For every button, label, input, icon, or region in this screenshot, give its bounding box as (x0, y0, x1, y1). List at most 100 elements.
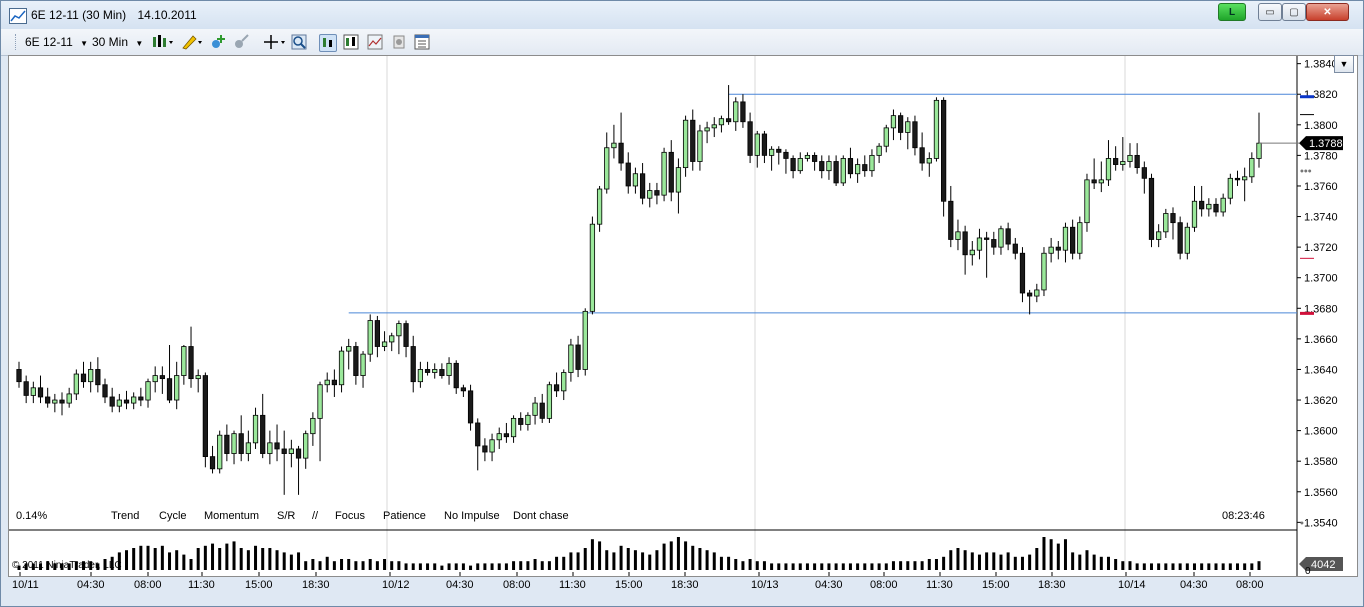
candle-body[interactable] (596, 188, 603, 225)
candle-body[interactable] (381, 341, 388, 347)
candle-body[interactable] (611, 142, 617, 149)
candle-body[interactable] (1256, 142, 1262, 159)
candle-body[interactable] (948, 200, 954, 240)
candle-body[interactable] (482, 445, 488, 453)
candle-body[interactable] (747, 121, 753, 156)
candle-body[interactable] (123, 399, 130, 404)
candle-body[interactable] (231, 433, 237, 454)
candle-body[interactable] (553, 384, 560, 392)
candle-body[interactable] (854, 164, 861, 175)
candle-body[interactable] (1070, 226, 1076, 254)
candle-body[interactable] (668, 151, 674, 193)
candle-body[interactable] (1234, 177, 1241, 181)
candle-body[interactable] (88, 369, 94, 383)
candle-body[interactable] (453, 362, 459, 389)
candle-body[interactable] (905, 121, 911, 133)
candle-body[interactable] (604, 147, 610, 190)
candle-body[interactable] (252, 414, 259, 444)
candle-body[interactable] (1213, 203, 1219, 213)
candle-body[interactable] (281, 448, 287, 454)
candle-body[interactable] (16, 369, 22, 383)
candle-body[interactable] (1012, 243, 1018, 254)
maximize-button[interactable]: ▢ (1282, 3, 1306, 21)
candle-body[interactable] (1027, 292, 1033, 297)
candle-body[interactable] (998, 228, 1004, 248)
candle-body[interactable] (761, 133, 768, 156)
toolbar-grip[interactable] (15, 34, 18, 50)
candle-body[interactable] (1034, 289, 1040, 297)
candle-body[interactable] (790, 158, 796, 172)
candle-body[interactable] (876, 145, 882, 156)
candle-body[interactable] (353, 346, 359, 376)
candle-body[interactable] (733, 101, 739, 123)
candle-body[interactable] (209, 456, 216, 470)
candle-body[interactable] (625, 162, 631, 187)
price-chart[interactable]: 1.38401.38201.38001.37801.37601.37401.37… (9, 56, 1357, 577)
candle-body[interactable] (539, 402, 545, 419)
candle-body[interactable] (955, 231, 961, 240)
candle-body[interactable] (639, 173, 646, 199)
candle-body[interactable] (80, 373, 87, 383)
candle-body[interactable] (338, 350, 345, 386)
candle-body[interactable] (410, 346, 416, 383)
link-button[interactable]: L (1218, 3, 1246, 21)
candle-body[interactable] (582, 310, 588, 370)
data-box-icon[interactable] (343, 34, 359, 50)
chevron-down-icon[interactable]: ▼ (1334, 55, 1354, 73)
candle-body[interactable] (682, 119, 689, 169)
title-bar[interactable]: 6E 12-11 (30 Min) 14.10.2011 L ▭ ▢ ✕ (1, 1, 1363, 29)
candle-body[interactable] (711, 124, 717, 129)
candle-body[interactable] (37, 387, 44, 398)
bar-style-icon[interactable] (152, 34, 173, 50)
candle-body[interactable] (919, 147, 925, 164)
candle-body[interactable] (725, 118, 732, 123)
candle-body[interactable] (962, 231, 968, 256)
candle-body[interactable] (1141, 167, 1147, 179)
candle-body[interactable] (840, 158, 846, 184)
candle-body[interactable] (1163, 213, 1169, 233)
candle-body[interactable] (195, 375, 201, 380)
candle-body[interactable] (460, 387, 467, 392)
candle-body[interactable] (217, 434, 223, 470)
candle-body[interactable] (1220, 197, 1226, 213)
candle-body[interactable] (396, 323, 402, 337)
crosshair-icon[interactable] (263, 34, 285, 50)
candle-body[interactable] (66, 393, 72, 404)
candle-body[interactable] (267, 442, 273, 454)
candle-body[interactable] (1242, 176, 1248, 181)
candle-body[interactable] (1170, 213, 1176, 224)
candle-body[interactable] (166, 378, 173, 401)
properties-icon[interactable] (414, 34, 430, 50)
instrument-selector[interactable]: 6E 12-11 ▼ (25, 34, 88, 50)
candle-body[interactable] (403, 323, 409, 347)
candle-body[interactable] (324, 379, 330, 386)
candle-body[interactable] (1120, 161, 1126, 165)
candle-body[interactable] (73, 373, 79, 395)
candle-body[interactable] (138, 396, 144, 401)
candle-body[interactable] (1134, 154, 1140, 169)
candle-body[interactable] (1041, 252, 1047, 291)
candle-body[interactable] (704, 127, 710, 132)
candle-body[interactable] (568, 344, 574, 373)
candle-body[interactable] (95, 369, 101, 386)
candle-body[interactable] (654, 190, 660, 196)
candle-body[interactable] (1077, 222, 1083, 254)
candle-body[interactable] (811, 154, 818, 162)
candle-body[interactable] (145, 381, 151, 401)
candle-body[interactable] (174, 375, 180, 401)
candle-body[interactable] (1005, 228, 1011, 245)
candle-body[interactable] (941, 99, 947, 202)
candle-body[interactable] (1048, 246, 1054, 254)
strategy-icon[interactable] (233, 34, 249, 50)
candle-body[interactable] (690, 119, 696, 162)
candle-body[interactable] (331, 379, 337, 386)
candle-body[interactable] (897, 115, 904, 133)
candle-body[interactable] (1091, 179, 1097, 184)
candle-body[interactable] (510, 417, 517, 438)
candle-body[interactable] (432, 369, 438, 373)
candle-body[interactable] (23, 381, 29, 396)
candle-body[interactable] (439, 369, 445, 376)
candle-body[interactable] (1098, 179, 1104, 184)
candle-body[interactable] (869, 154, 875, 172)
candle-body[interactable] (826, 161, 832, 172)
